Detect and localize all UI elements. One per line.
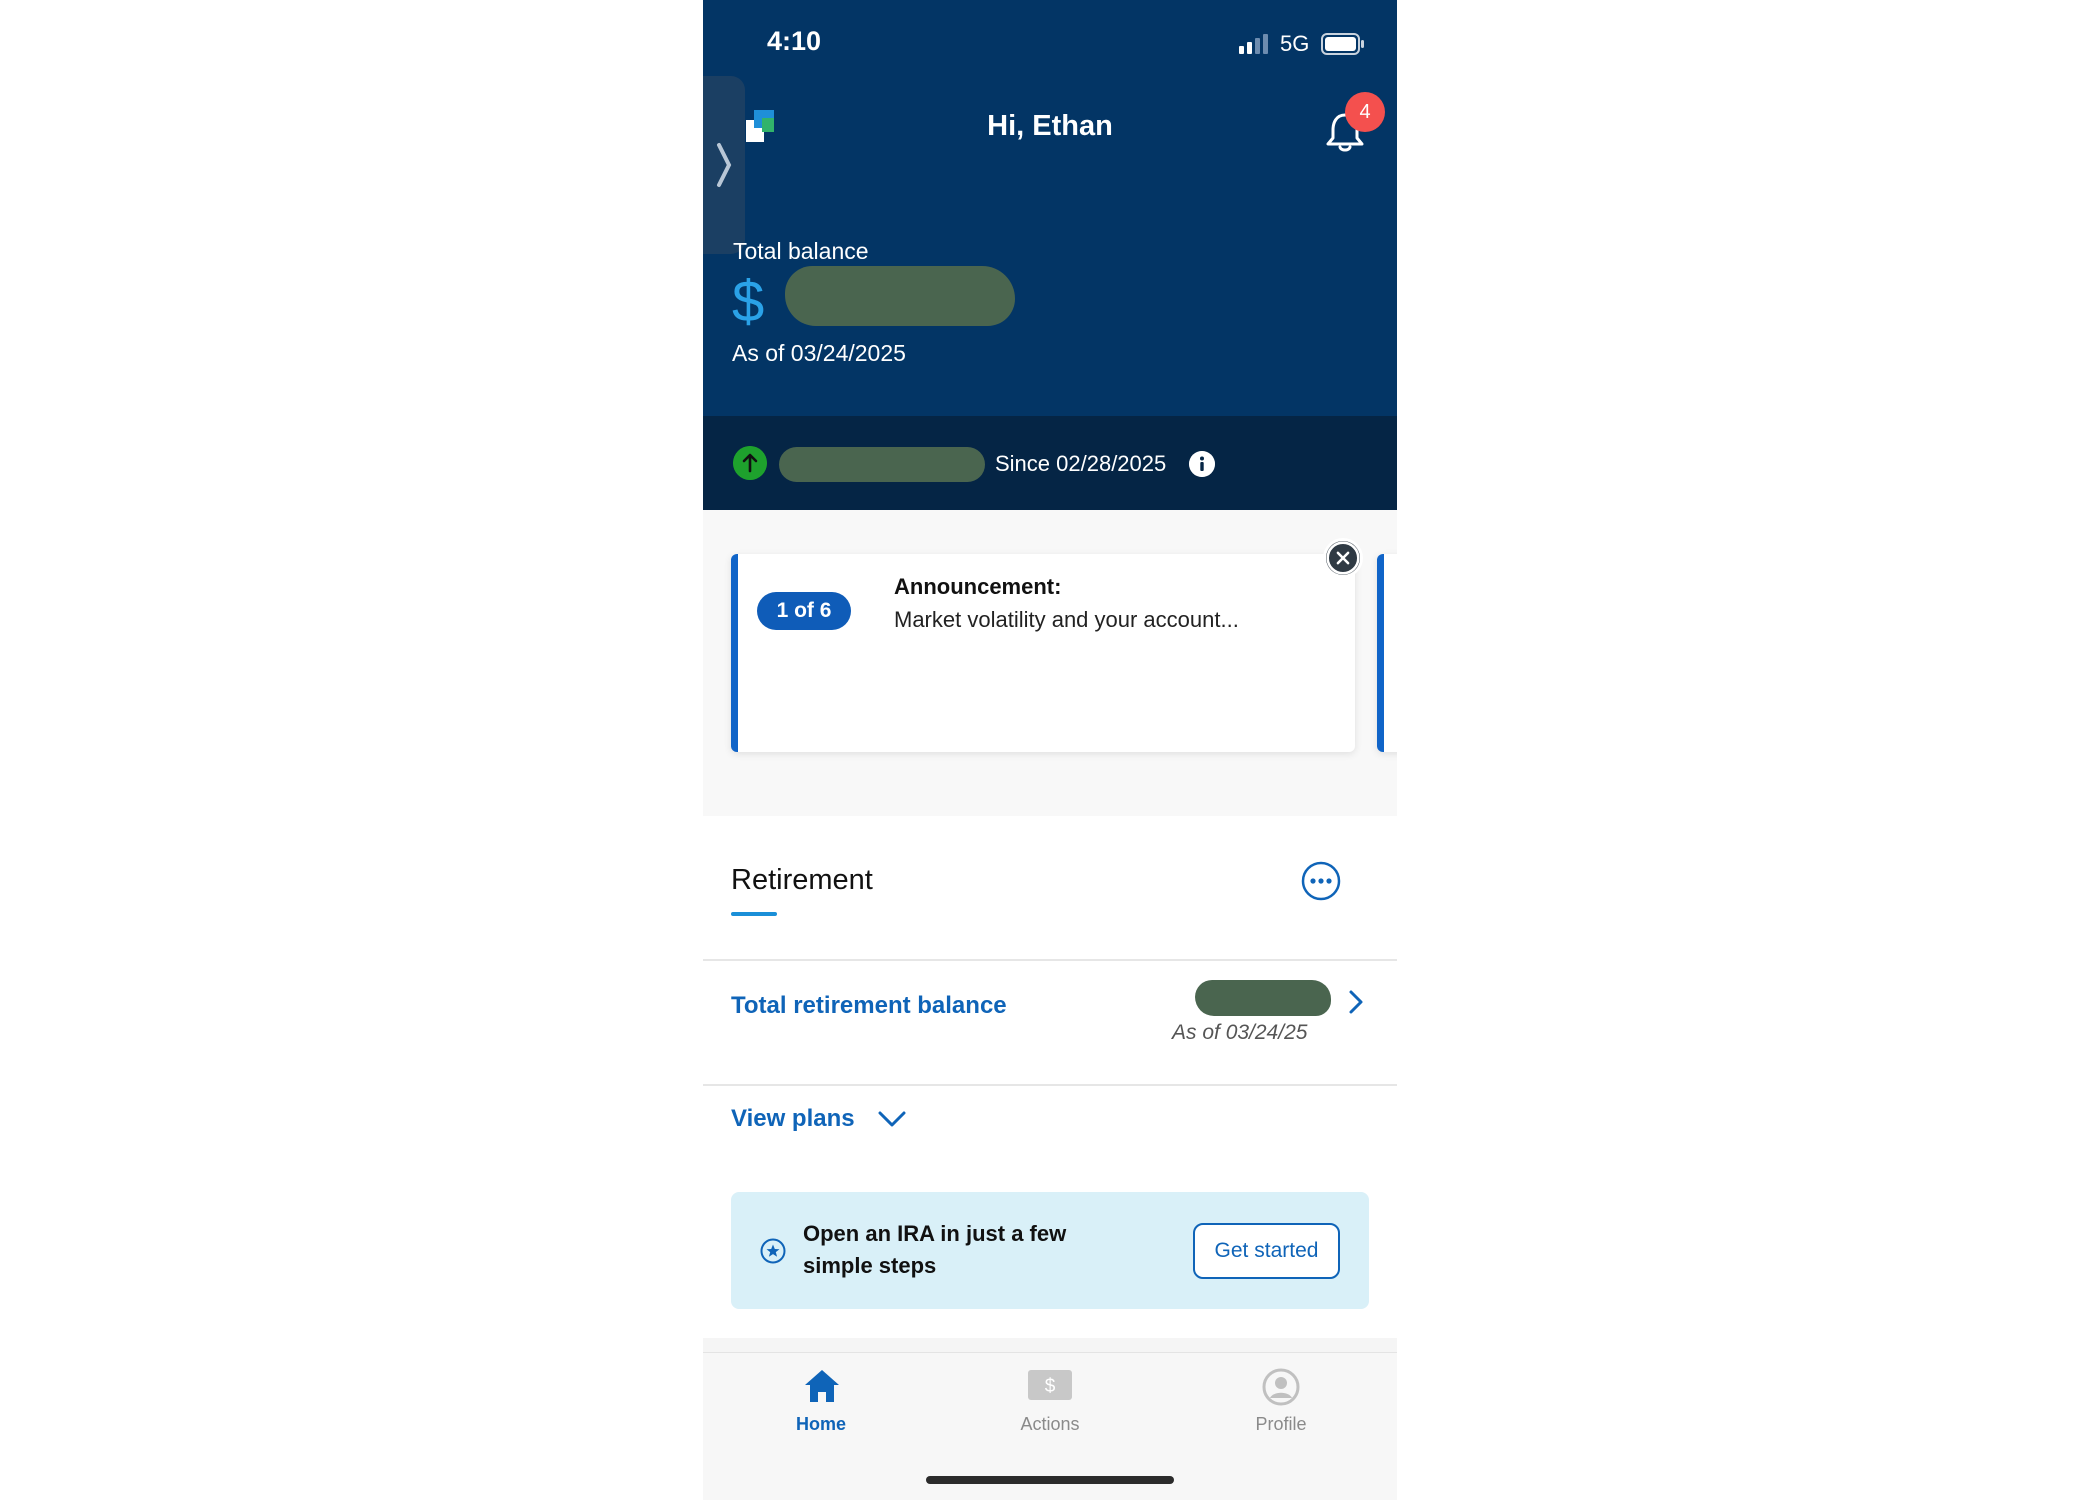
arrow-up-icon [733,446,767,480]
chevron-down-icon[interactable] [877,1108,907,1130]
next-announcement-card[interactable] [1377,554,1397,752]
divider [703,1084,1397,1086]
status-time: 4:10 [767,26,822,56]
profile-icon [1262,1368,1300,1406]
total-balance-label: Total balance [733,238,869,264]
section-gap [703,1338,1397,1352]
tab-profile[interactable]: Profile [1191,1362,1371,1442]
signal-icon [1239,34,1268,54]
greeting: Hi, Ethan [987,110,1113,142]
chevron-right-icon [717,143,732,187]
balance-as-of: As of 03/24/2025 [732,340,906,366]
view-plans-toggle[interactable]: View plans [731,1105,855,1133]
tab-label: Profile [1255,1414,1307,1434]
retirement-as-of: As of 03/24/25 [1172,1021,1308,1044]
ira-promo-text: Open an IRA in just a few simple steps [803,1221,1067,1278]
change-redaction [779,447,985,482]
tab-actions[interactable]: $ Actions [960,1362,1140,1442]
home-indicator [926,1476,1174,1484]
notification-badge: 4 [1345,92,1385,132]
change-since: Since 02/28/2025 [995,451,1167,476]
balance-redaction [785,266,1015,326]
chevron-right-icon[interactable] [1346,988,1366,1016]
retirement-balance-redaction [1195,980,1331,1016]
announcement-body: Market volatility and your account... [894,607,1239,632]
retirement-underline [731,912,777,916]
currency-symbol: $ [732,269,765,334]
dollar-bill-icon: $ [1028,1370,1072,1400]
phone-screen: 4:10 5G Hi, Ethan 4 Total balance $ As o… [703,0,1397,1500]
more-options-button[interactable] [1301,861,1341,901]
svg-text:$: $ [1045,1376,1056,1397]
tab-label: Home [795,1414,846,1434]
total-retirement-balance-link[interactable]: Total retirement balance [731,992,1007,1020]
close-announcement-button[interactable] [1323,538,1363,578]
info-icon[interactable] [1189,451,1215,477]
announcement-title: Announcement: [894,574,1062,599]
battery-icon [1321,33,1364,55]
tab-home[interactable]: Home [731,1362,911,1442]
home-icon [805,1370,839,1402]
retirement-title: Retirement [731,864,873,896]
get-started-button[interactable]: Get started [1193,1223,1340,1279]
star-icon [760,1238,786,1264]
side-drawer-handle[interactable] [703,76,745,254]
divider [703,959,1397,961]
announcement-counter: 1 of 6 [757,592,851,630]
tab-label: Actions [1020,1414,1080,1434]
network-label: 5G [1280,31,1310,56]
